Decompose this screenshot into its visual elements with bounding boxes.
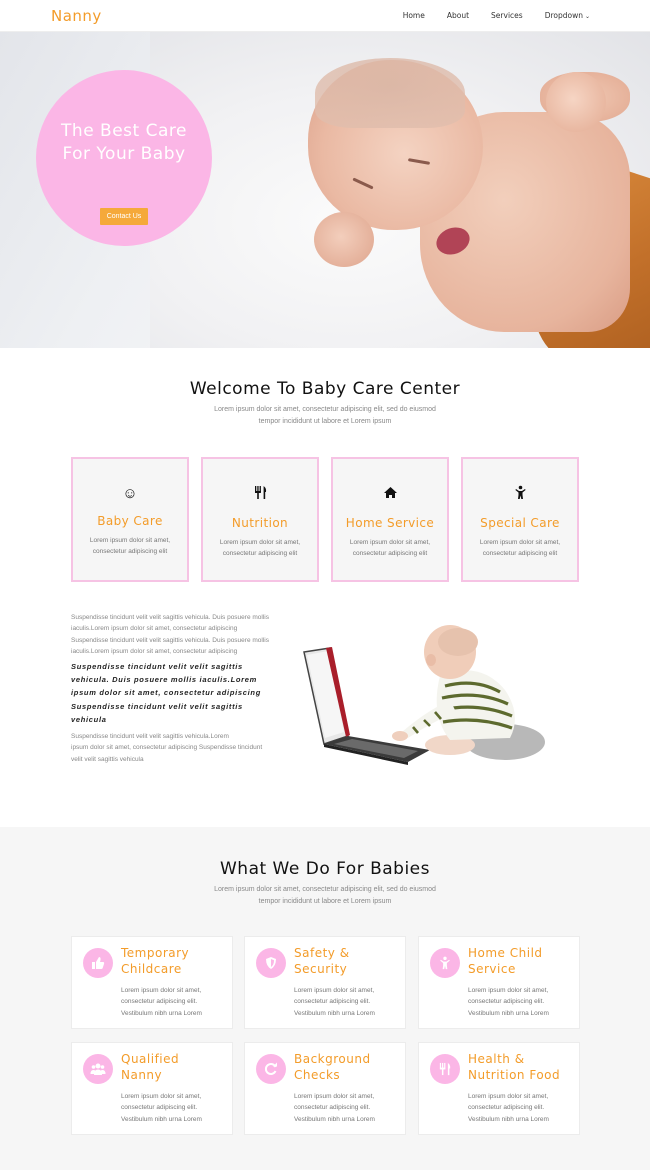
- nav-about[interactable]: About: [447, 11, 469, 20]
- card-desc: Lorem ipsum dolor sit amet, consectetur a…: [479, 539, 561, 557]
- service-desc: Lorem ipsum dolor sit amet, consectetur a…: [294, 987, 375, 1017]
- hero-title: The Best Care For Your Baby: [36, 120, 212, 166]
- service-background-checks[interactable]: Background Checks Lorem ipsum dolor sit a…: [244, 1042, 406, 1135]
- services-subtitle: Lorem ipsum dolor sit amet, consectetur …: [0, 884, 650, 908]
- service-title: Background Checks: [294, 1052, 371, 1082]
- service-qualified-nanny[interactable]: Qualified Nanny Lorem ipsum dolor sit ame…: [71, 1042, 233, 1135]
- service-desc: Lorem ipsum dolor sit amet, consectetur a…: [468, 1093, 549, 1123]
- about-paragraph-2: Suspendisse tincidunt velit velit sagitt…: [71, 733, 263, 763]
- about-emphasis: Suspendisse tincidunt velit velit sagitt…: [71, 662, 261, 724]
- welcome-title: Welcome To Baby Care Center: [189, 379, 461, 399]
- service-temporary-childcare[interactable]: Temporary Childcare Lorem ipsum dolor sit…: [71, 936, 233, 1029]
- service-safety-security[interactable]: Safety & Security Lorem ipsum dolor sit a…: [244, 936, 406, 1029]
- service-home-child[interactable]: Home Child Service Lorem ipsum dolor sit …: [418, 936, 580, 1029]
- service-desc: Lorem ipsum dolor sit amet, consectetur a…: [294, 1093, 375, 1123]
- service-desc: Lorem ipsum dolor sit amet, consectetur a…: [468, 987, 549, 1017]
- hero-baby-hair: [315, 58, 465, 128]
- nav-home[interactable]: Home: [403, 11, 425, 20]
- smile-icon: ☺: [122, 485, 138, 502]
- card-desc: Lorem ipsum dolor sit amet, consectetur a…: [349, 539, 431, 557]
- thumbs-up-icon: [83, 948, 113, 978]
- services-sub-line2: tempor incididunt ut labore et Lorem ips…: [258, 898, 392, 905]
- hero-title-line1: The Best Care: [61, 121, 187, 141]
- service-title: Health & Nutrition Food: [468, 1052, 561, 1082]
- services-title: What We Do For Babies: [219, 859, 431, 879]
- service-title: Qualified Nanny: [121, 1052, 180, 1082]
- users-icon: [83, 1054, 113, 1084]
- hero-baby-fist: [546, 72, 606, 132]
- service-desc: Lorem ipsum dolor sit amet, consectetur a…: [121, 987, 202, 1017]
- cutlery-icon: [430, 1054, 460, 1084]
- service-title: Safety & Security: [294, 946, 350, 976]
- card-desc: Lorem ipsum dolor sit amet, consectetur a…: [219, 539, 301, 557]
- chevron-down-icon: ⌄: [584, 13, 590, 20]
- welcome-subtitle: Lorem ipsum dolor sit amet, consectetur …: [0, 404, 650, 428]
- welcome-sub-line2: tempor incididunt ut labore et Lorem ips…: [258, 418, 392, 425]
- hero-baby-hand: [314, 212, 374, 267]
- card-desc: Lorem ipsum dolor sit amet, consectetur a…: [89, 537, 171, 555]
- home-icon: [333, 485, 447, 504]
- contact-us-button[interactable]: Contact Us: [100, 208, 148, 225]
- card-title: Home Service: [345, 516, 435, 530]
- services-sub-line1: Lorem ipsum dolor sit amet, consectetur …: [214, 886, 436, 893]
- card-title: Nutrition: [231, 516, 289, 530]
- welcome-sub-line1: Lorem ipsum dolor sit amet, consectetur …: [214, 406, 436, 413]
- navbar: Nanny Home About Services Dropdown ⌄: [0, 0, 650, 32]
- brand-logo[interactable]: Nanny: [51, 7, 102, 25]
- service-title: Temporary Childcare: [121, 946, 190, 976]
- card-special-care[interactable]: Special Care Lorem ipsum dolor sit amet,…: [461, 457, 579, 582]
- cutlery-icon: [203, 485, 317, 504]
- about-paragraph-1: Suspendisse tincidunt velit velit sagitt…: [71, 614, 269, 655]
- card-nutrition[interactable]: Nutrition Lorem ipsum dolor sit amet, con…: [201, 457, 319, 582]
- child-icon: [463, 485, 577, 504]
- child-icon: [430, 948, 460, 978]
- hero-title-line2: For Your Baby: [62, 144, 186, 164]
- card-home-service[interactable]: Home Service Lorem ipsum dolor sit amet,…: [331, 457, 449, 582]
- service-desc: Lorem ipsum dolor sit amet, consectetur a…: [121, 1093, 202, 1123]
- shield-icon: [256, 948, 286, 978]
- card-title: Special Care: [480, 516, 560, 530]
- card-title: Baby Care: [97, 514, 163, 528]
- service-title: Home Child Service: [468, 946, 543, 976]
- nav-links: Home About Services Dropdown ⌄: [381, 11, 590, 20]
- nav-dropdown[interactable]: Dropdown ⌄: [545, 11, 590, 20]
- baby-laptop-image: [303, 625, 545, 765]
- nav-services[interactable]: Services: [491, 11, 523, 20]
- nav-dropdown-label: Dropdown: [544, 11, 583, 20]
- card-baby-care[interactable]: ☺ Baby Care Lorem ipsum dolor sit amet, c…: [71, 457, 189, 582]
- refresh-icon: [256, 1054, 286, 1084]
- service-health-nutrition[interactable]: Health & Nutrition Food Lorem ipsum dolor…: [418, 1042, 580, 1135]
